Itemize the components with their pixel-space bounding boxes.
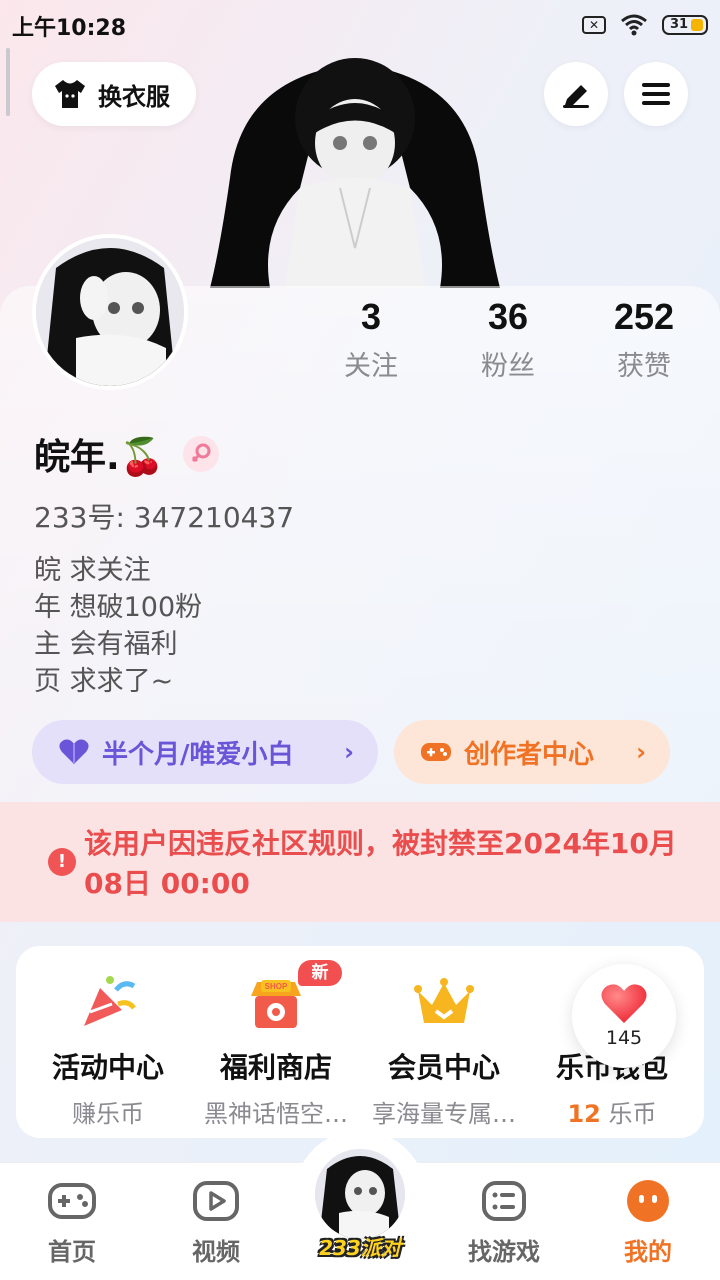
user-id: 233号: 347210437 [34,501,295,534]
member-center[interactable]: 会员中心 享海量专属… [360,946,528,1129]
warning-icon: ! [48,848,76,876]
crown-icon [414,978,474,1023]
stat-followers[interactable]: 36 粉丝 [443,296,573,383]
feature-subtitle: 黑神话悟空… [204,1100,348,1128]
relationship-chip[interactable]: 半个月/唯爱小白 › [32,720,378,784]
stat-label: 关注 [344,351,398,382]
sim-off-icon: ✕ [582,16,606,34]
feature-subtitle: 享海量专属… [372,1100,516,1128]
stat-label: 粉丝 [481,351,535,382]
party-avatar-icon [315,1149,405,1239]
party-popper-icon [84,976,136,1026]
play-icon [193,1181,239,1221]
nav-mine[interactable]: 我的 [593,1180,703,1267]
stat-value: 3 [360,296,382,337]
like-bubble[interactable]: 145 [572,964,676,1068]
avatar[interactable] [32,234,188,390]
female-icon [182,436,219,472]
status-time: 上午10:28 [12,16,127,41]
dress-up-button[interactable]: 换衣服 [32,62,196,126]
relationship-label: 半个月/唯爱小白 [102,739,294,770]
nav-label: 233派对 [319,1236,401,1260]
lebi-unit: 乐币 [600,1100,657,1128]
gamepad-icon [48,1183,96,1219]
bio-line: 主 会有福利 [34,629,178,660]
shop-icon: SHOP [251,980,301,1028]
heart-icon [601,984,647,1023]
heart-icon [59,739,89,764]
feature-subtitle: 赚乐币 [72,1100,144,1128]
avatar-image [36,238,184,386]
chevron-right-icon: › [636,738,646,766]
bio-line: 皖 求关注 [34,555,151,586]
status-bar: 上午10:28 ✕ 31 [0,0,720,52]
stat-label: 获赞 [617,351,671,382]
bio: 皖 求关注 年 想破100粉 主 会有福利 页 求求了~ [34,552,202,700]
creator-center-chip[interactable]: 创作者中心 › [394,720,670,784]
smile-icon [627,1180,669,1222]
stat-following[interactable]: 3 关注 [306,296,436,383]
status-icons: ✕ 31 [582,14,708,36]
dress-up-label: 换衣服 [98,82,170,111]
battery-level: 31 [670,17,689,32]
stat-likes[interactable]: 252 获赞 [579,296,709,383]
nickname-row: 皖年.🍒 [34,428,219,480]
nickname: 皖年.🍒 [34,437,165,478]
stat-value: 36 [487,296,529,337]
stat-value: 252 [613,296,675,337]
feature-title: 福利商店 [219,1051,332,1084]
bio-line: 页 求求了~ [34,666,174,697]
feature-title: 会员中心 [387,1051,500,1084]
feature-title: 活动中心 [51,1051,164,1084]
battery-icon: 31 [662,15,708,35]
edit-icon [563,85,589,108]
list-icon [482,1181,526,1221]
nav-video[interactable]: 视频 [161,1180,271,1267]
nav-home[interactable]: 首页 [17,1180,127,1267]
nav-label: 视频 [192,1238,240,1266]
gamepad-icon [421,743,451,761]
edit-button[interactable] [544,62,608,126]
menu-icon [642,83,670,105]
like-count: 145 [605,1027,643,1049]
nav-label: 找游戏 [468,1238,540,1266]
new-badge: 新 [298,960,342,986]
lebi-balance: 12 [567,1100,601,1128]
feature-subtitle: 12 乐币 [528,1094,696,1129]
shirt-icon [55,80,85,108]
chevron-right-icon: › [344,738,354,766]
menu-button[interactable] [624,62,688,126]
nav-party[interactable] [312,1146,408,1242]
ban-notice-text: 该用户因违反社区规则，被封禁至2024年10月08日 00:00 [84,827,677,900]
wifi-icon [621,14,647,36]
creator-center-label: 创作者中心 [464,739,595,770]
scroll-indicator [6,48,10,116]
nav-label: 我的 [624,1238,672,1266]
bio-line: 年 想破100粉 [34,592,203,623]
nav-label: 首页 [48,1238,96,1266]
character-figure[interactable] [200,48,510,288]
activity-center[interactable]: 活动中心 赚乐币 [24,946,192,1129]
nav-find-games[interactable]: 找游戏 [449,1180,559,1267]
svg-text:SHOP: SHOP [265,982,288,991]
